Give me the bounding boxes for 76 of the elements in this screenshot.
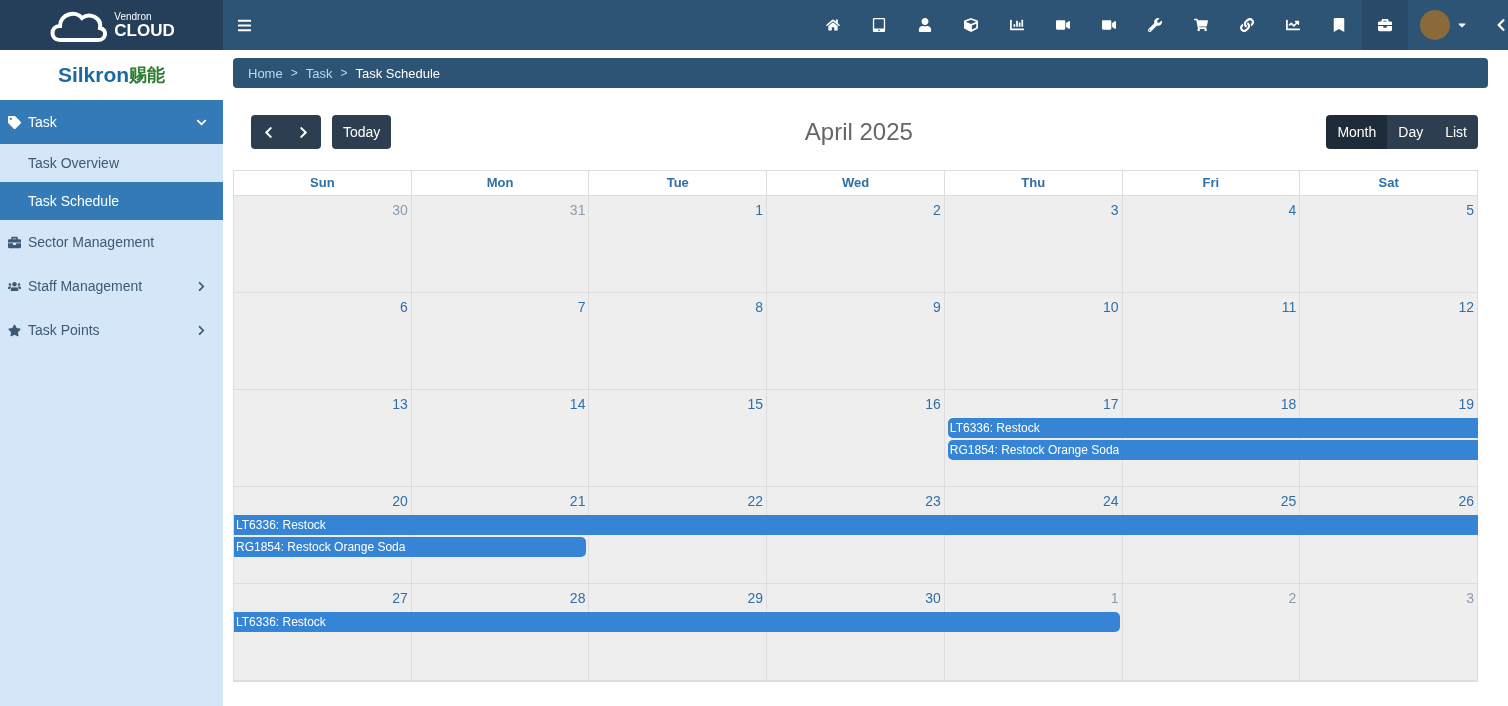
tag-icon (8, 115, 21, 129)
sidebar-item[interactable]: Task (0, 100, 223, 144)
breadcrumb-separator: > (290, 66, 298, 80)
day-number: 7 (577, 299, 586, 315)
day-number: 27 (392, 590, 408, 606)
day-number: 30 (392, 202, 408, 218)
day-number: 19 (1458, 396, 1474, 412)
event-bar[interactable]: RG1854: Restock Orange Soda (234, 537, 587, 557)
sidebar-subitem[interactable]: Task Overview (0, 144, 223, 182)
event-bar[interactable]: LT6336: Restock (234, 612, 1120, 632)
day-number: 30 (925, 590, 941, 606)
weekday-header: Mon (411, 171, 590, 196)
day-number: 24 (1103, 493, 1119, 509)
briefcase-icon (8, 235, 21, 249)
brand-name: CLOUD (114, 21, 175, 39)
weekday-header: Sun (234, 171, 412, 196)
today-button[interactable]: Today (332, 115, 392, 149)
breadcrumb-link[interactable]: Task (305, 65, 333, 81)
day-number: 2 (1288, 590, 1297, 606)
day-number: 12 (1458, 299, 1474, 315)
day-number: 2 (933, 202, 941, 218)
day-number: 17 (1103, 396, 1119, 412)
day-number: 16 (925, 396, 941, 412)
day-number: 10 (1103, 299, 1119, 315)
breadcrumb-current: Task Schedule (355, 65, 440, 81)
menu-icon[interactable] (237, 17, 252, 33)
event-bar[interactable]: RG1854: Restock Orange Soda (947, 440, 1478, 460)
day-number: 1 (1110, 590, 1119, 606)
day-number: 15 (747, 396, 764, 412)
breadcrumb-link[interactable]: Home (248, 65, 283, 81)
day-number: 6 (399, 299, 408, 315)
day-number: 14 (569, 396, 586, 412)
event-bar[interactable]: LT6336: Restock (947, 418, 1478, 438)
weekday-header: Thu (944, 171, 1123, 196)
day-number: 4 (1288, 202, 1297, 218)
brand-small-text: Vendron (114, 11, 152, 22)
day-number: 23 (925, 493, 941, 509)
briefcase-icon[interactable] (1362, 0, 1408, 50)
view-tab[interactable]: Month (1326, 115, 1388, 149)
day-number: 3 (1110, 202, 1119, 218)
calendar-title: April 2025 (803, 118, 914, 146)
day-number: 9 (933, 299, 941, 315)
day-number: 1 (755, 202, 764, 218)
sidebar-item[interactable]: Sector Management (0, 220, 223, 264)
weekday-header: Sat (1300, 171, 1478, 196)
day-number: 20 (392, 493, 408, 509)
users-icon (8, 279, 21, 293)
day-number: 29 (747, 590, 764, 606)
day-number: 22 (747, 493, 764, 509)
weekday-header: Tue (589, 171, 768, 196)
day-number: 21 (569, 493, 586, 509)
next-button[interactable] (286, 115, 321, 149)
day-number: 25 (1280, 493, 1297, 509)
day-number: 31 (569, 202, 586, 218)
chevron-left-icon (262, 125, 275, 139)
chevron-right-icon (297, 125, 310, 139)
event-bar[interactable]: LT6336: Restock (234, 515, 1478, 535)
day-number: 5 (1466, 202, 1474, 218)
day-number: 18 (1280, 396, 1297, 412)
star-icon (8, 323, 21, 337)
day-number: 28 (569, 590, 586, 606)
view-tab[interactable]: Day (1387, 115, 1435, 149)
company-logo: Silkron赐能 (0, 50, 223, 100)
day-number: 11 (1281, 299, 1297, 315)
weekday-header: Fri (1122, 171, 1301, 196)
view-tab[interactable]: List (1434, 115, 1478, 149)
day-number: 13 (392, 396, 408, 412)
day-number: 3 (1466, 590, 1474, 606)
weekday-header: Wed (767, 171, 945, 196)
breadcrumb-separator: > (340, 66, 348, 80)
previous-button[interactable] (251, 115, 286, 149)
sidebar-item[interactable]: Staff Management (0, 264, 223, 308)
sidebar-subitem[interactable]: Task Schedule (0, 182, 223, 220)
sidebar-item[interactable]: Task Points (0, 308, 223, 352)
day-number: 8 (755, 299, 764, 315)
day-number: 26 (1458, 493, 1474, 509)
